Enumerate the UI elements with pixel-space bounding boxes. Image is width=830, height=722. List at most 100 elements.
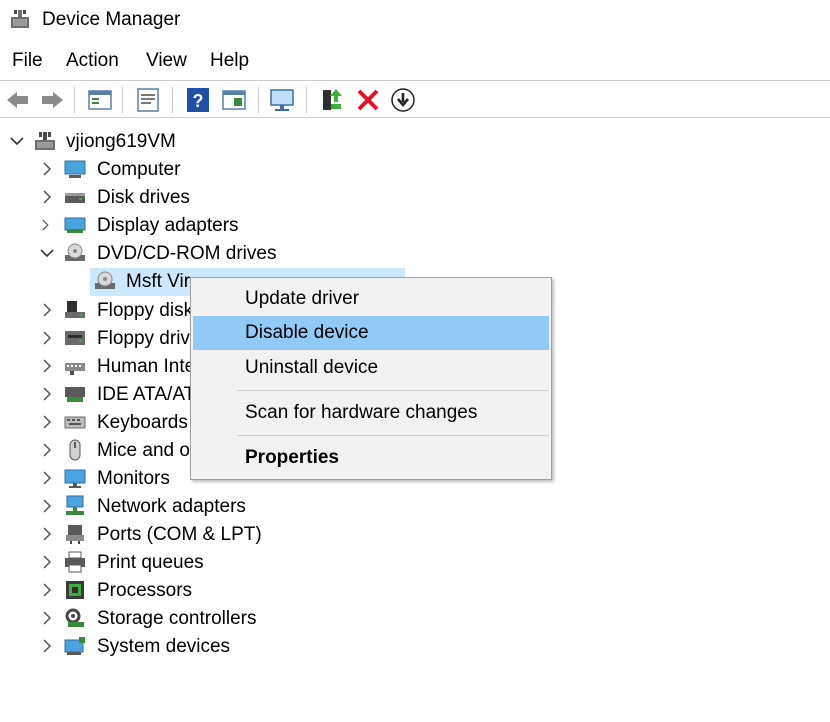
chevron-right-icon[interactable] bbox=[38, 495, 56, 517]
chevron-right-icon[interactable] bbox=[38, 579, 56, 601]
tree-item-floppy-disk[interactable]: Floppy disk bbox=[0, 297, 200, 325]
menu-item-scan-hardware[interactable]: Scan for hardware changes bbox=[193, 396, 549, 430]
update-driver-icon[interactable] bbox=[318, 86, 346, 114]
uninstall-x-icon[interactable] bbox=[354, 86, 382, 114]
keyboard-icon bbox=[64, 416, 86, 429]
chevron-right-icon[interactable] bbox=[38, 411, 56, 433]
display-adapter-icon bbox=[64, 217, 86, 233]
chevron-right-icon[interactable] bbox=[38, 383, 56, 405]
chevron-right-icon[interactable] bbox=[38, 467, 56, 489]
tree-item-ports[interactable]: Ports (COM & LPT) bbox=[0, 521, 300, 549]
menu-separator bbox=[237, 435, 549, 436]
tree-item-label: Floppy disk bbox=[97, 300, 194, 321]
menu-view[interactable]: View bbox=[146, 50, 187, 72]
menu-item-label: Update driver bbox=[245, 288, 360, 309]
tree-item-label: System devices bbox=[97, 636, 231, 657]
menu-help[interactable]: Help bbox=[210, 50, 249, 72]
disk-drive-icon bbox=[65, 193, 85, 203]
chevron-right-icon[interactable] bbox=[38, 327, 56, 349]
chevron-right-icon[interactable] bbox=[38, 635, 56, 657]
menu-item-disable-device[interactable]: Disable device bbox=[193, 316, 549, 350]
svg-text:?: ? bbox=[193, 91, 204, 111]
menu-separator bbox=[237, 390, 549, 391]
dvd-device-icon bbox=[95, 271, 115, 289]
tree-item-network-adapters[interactable]: Network adapters bbox=[0, 493, 300, 521]
computer-icon bbox=[64, 160, 86, 178]
menu-file[interactable]: File bbox=[12, 50, 43, 72]
help-icon[interactable]: ? bbox=[184, 86, 212, 114]
chevron-right-icon[interactable] bbox=[38, 186, 56, 208]
back-arrow-icon[interactable] bbox=[4, 86, 32, 114]
chevron-down-icon[interactable] bbox=[38, 242, 56, 264]
tree-item-display-adapters[interactable]: Display adapters bbox=[0, 212, 300, 240]
toolbar-separator bbox=[306, 87, 307, 113]
chevron-right-icon[interactable] bbox=[38, 607, 56, 629]
tree-item-dvd-cd-rom-drives[interactable]: DVD/CD-ROM drives bbox=[0, 240, 300, 268]
tree-item-floppy-drive[interactable]: Floppy driv bbox=[0, 325, 200, 353]
menu-action[interactable]: Action bbox=[66, 50, 119, 72]
tree-item-computer[interactable]: Computer bbox=[0, 156, 300, 184]
floppy-drive-icon bbox=[65, 331, 85, 345]
chevron-right-icon[interactable] bbox=[38, 299, 56, 321]
tree-item-label: Ports (COM & LPT) bbox=[97, 524, 262, 545]
chevron-down-icon[interactable] bbox=[8, 130, 26, 152]
toolbar-separator bbox=[172, 87, 173, 113]
tree-item-mice[interactable]: Mice and o bbox=[0, 437, 200, 465]
menu-item-label: Properties bbox=[245, 447, 339, 468]
chevron-right-icon[interactable] bbox=[38, 523, 56, 545]
menu-item-uninstall-device[interactable]: Uninstall device bbox=[193, 351, 549, 385]
chevron-right-icon[interactable] bbox=[38, 214, 56, 236]
tree-root[interactable]: vjiong619VM bbox=[0, 128, 300, 156]
download-arrow-icon[interactable] bbox=[389, 86, 417, 114]
update-driver-view-icon[interactable] bbox=[220, 86, 248, 114]
chevron-right-icon[interactable] bbox=[38, 158, 56, 180]
monitor-icon bbox=[64, 469, 86, 488]
menu-bar: File Action View Help bbox=[0, 46, 830, 76]
tree-item-label: Display adapters bbox=[97, 215, 239, 236]
tree-item-disk-drives[interactable]: Disk drives bbox=[0, 184, 300, 212]
tree-item-label: Network adapters bbox=[97, 496, 246, 517]
storage-controller-icon bbox=[65, 608, 84, 627]
menu-item-properties[interactable]: Properties bbox=[193, 441, 549, 475]
device-manager-icon bbox=[11, 10, 29, 28]
show-hide-tree-icon[interactable] bbox=[86, 86, 114, 114]
chevron-right-icon[interactable] bbox=[38, 439, 56, 461]
window-title: Device Manager bbox=[42, 9, 181, 30]
tree-item-storage-controllers[interactable]: Storage controllers bbox=[0, 605, 300, 633]
tree-item-keyboards[interactable]: Keyboards bbox=[0, 409, 200, 437]
monitor-scan-icon[interactable] bbox=[268, 86, 296, 114]
tree-item-label: DVD/CD-ROM drives bbox=[97, 243, 277, 264]
tree-item-label: Human Inte bbox=[97, 356, 196, 377]
tree-item-print-queues[interactable]: Print queues bbox=[0, 549, 300, 577]
tree-item-label: Monitors bbox=[97, 468, 170, 489]
menu-item-update-driver[interactable]: Update driver bbox=[193, 282, 549, 316]
selected-device-label: Msft Vir bbox=[126, 271, 191, 292]
human-interface-icon bbox=[65, 363, 85, 375]
ide-ata-icon bbox=[65, 387, 85, 402]
chevron-right-icon[interactable] bbox=[38, 355, 56, 377]
tree-item-ide-ata[interactable]: IDE ATA/AT bbox=[0, 381, 200, 409]
tree-item-human-interface[interactable]: Human Inte bbox=[0, 353, 200, 381]
tree-item-label: Storage controllers bbox=[97, 608, 257, 629]
tree-item-label: Disk drives bbox=[97, 187, 190, 208]
chevron-right-icon[interactable] bbox=[38, 551, 56, 573]
mouse-icon bbox=[69, 439, 81, 461]
toolbar-separator bbox=[122, 87, 123, 113]
tree-item-label: IDE ATA/AT bbox=[97, 384, 196, 405]
menu-item-label: Disable device bbox=[245, 322, 369, 343]
system-devices-icon bbox=[64, 637, 85, 655]
tree-item-processors[interactable]: Processors bbox=[0, 577, 300, 605]
properties-sheet-icon[interactable] bbox=[134, 86, 162, 114]
toolbar: ? bbox=[0, 80, 830, 118]
menu-item-label: Scan for hardware changes bbox=[245, 402, 478, 423]
tree-item-label: Processors bbox=[97, 580, 193, 601]
tree-item-label: Mice and o bbox=[97, 440, 190, 461]
tree-item-system-devices[interactable]: System devices bbox=[0, 633, 300, 661]
tree-item-label: Computer bbox=[97, 159, 181, 180]
port-icon bbox=[66, 525, 84, 544]
floppy-disk-icon bbox=[65, 301, 85, 318]
title-bar: Device Manager bbox=[0, 0, 830, 40]
tree-item-label: Floppy driv bbox=[97, 328, 190, 349]
tree-item-label: Keyboards bbox=[97, 412, 188, 433]
forward-arrow-icon[interactable] bbox=[38, 86, 66, 114]
